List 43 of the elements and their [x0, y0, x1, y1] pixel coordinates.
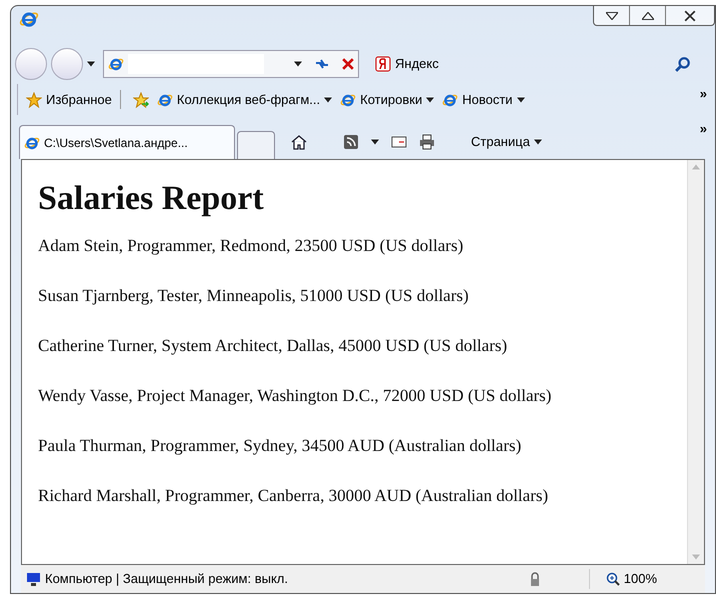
page-menu-button[interactable]: Страница	[471, 132, 542, 152]
favorites-link[interactable]: Котировки	[340, 90, 434, 110]
salary-entry: Catherine Turner, System Architect, Dallas, 45000 USD (US dollars)	[38, 334, 508, 357]
caret-icon[interactable]	[371, 139, 379, 145]
salary-entry: Susan Tjarnberg, Tester, Minneapolis, 51000 USD (US dollars)	[38, 284, 470, 307]
address-bar[interactable]	[103, 50, 359, 78]
stop-icon[interactable]	[342, 58, 354, 70]
feed-icon[interactable]	[343, 134, 359, 150]
caret-icon[interactable]	[294, 61, 302, 67]
caret-icon[interactable]	[426, 96, 434, 102]
favorites-link[interactable]: Новости	[442, 90, 525, 110]
close-icon	[684, 10, 696, 22]
minimize-icon	[606, 12, 618, 20]
favorites-button[interactable]: Избранное	[26, 90, 121, 110]
more-button[interactable]: »	[700, 84, 707, 104]
search-icon[interactable]	[675, 56, 691, 72]
search-provider-name: Яндекс	[395, 55, 439, 74]
refresh-icon[interactable]	[314, 58, 330, 70]
salary-entry: Wendy Vasse, Project Manager, Washington D.C., 72000 USD (US dollars)	[38, 384, 552, 407]
zoom-icon	[606, 572, 620, 586]
star-icon	[26, 92, 42, 108]
computer-icon	[25, 571, 41, 587]
salary-entry: Richard Marshall, Programmer, Canberra, 30000 AUD (Australian dollars)	[38, 484, 550, 507]
caret-icon[interactable]	[534, 139, 542, 145]
add-favorite-icon[interactable]	[132, 92, 149, 108]
caret-icon[interactable]	[324, 96, 332, 102]
more-button[interactable]: »	[700, 119, 707, 138]
favorites-link[interactable]: Коллекция веб-фрагм...	[156, 90, 332, 110]
mail-icon[interactable]	[391, 136, 407, 148]
browser-tab[interactable]: C:\Users\Svetlana.андре...	[19, 125, 235, 159]
new-tab-button[interactable]	[237, 131, 275, 159]
caret-icon[interactable]	[87, 61, 95, 67]
browser-logo-icon	[108, 56, 124, 72]
maximize-icon	[642, 12, 654, 20]
salary-entry: Adam Stein, Programmer, Redmond, 23500 USD (US dollars)	[38, 234, 464, 257]
security-zone-text: Компьютер | Защищенный режим: выкл.	[45, 570, 288, 588]
page-heading: Salaries Report	[38, 179, 265, 219]
search-provider-icon	[375, 56, 391, 72]
home-icon[interactable]	[291, 134, 307, 150]
printer-icon[interactable]	[419, 134, 435, 150]
salary-entry: Paula Thurman, Programmer, Sydney, 34500 AUD (Australian dollars)	[38, 434, 522, 457]
zoom-button[interactable]: 100%	[588, 569, 657, 589]
caret-icon[interactable]	[516, 96, 525, 102]
